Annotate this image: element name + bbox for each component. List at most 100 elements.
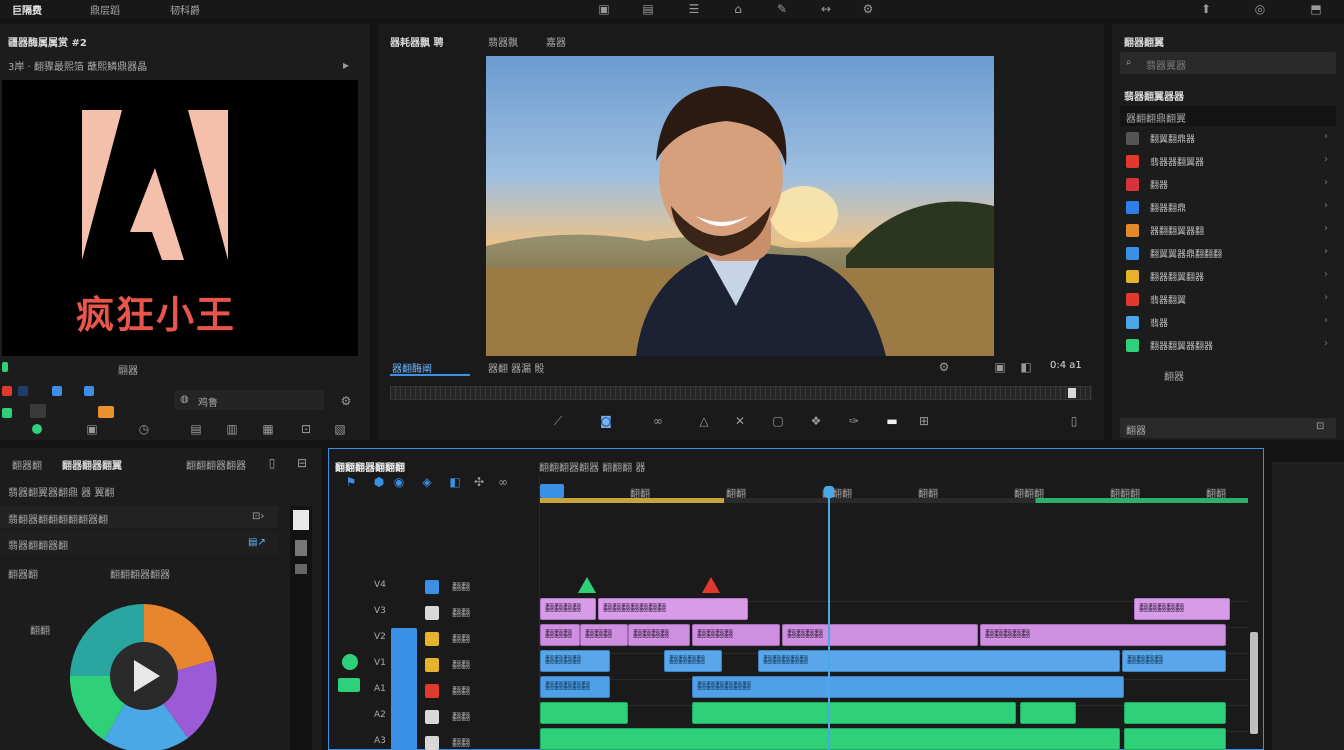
effects-search[interactable]: ⌕ 翡器翼器 (1120, 52, 1336, 74)
effect-item[interactable]: 翡器器翻翼器 › (1120, 151, 1336, 173)
effect-item[interactable]: 翡器翻翼 › (1120, 289, 1336, 311)
brush-icon[interactable]: ✎ (772, 0, 792, 18)
track-color-swatch[interactable] (425, 736, 439, 750)
trash-icon[interactable]: ⊞ (914, 412, 934, 430)
marker-icon[interactable]: ⟋ (548, 412, 568, 430)
track-color-swatch[interactable] (425, 606, 439, 620)
timeline-clip[interactable]: 翻翻翻翻翻翻 (692, 676, 1124, 698)
scroll-thumb-2[interactable] (295, 540, 307, 556)
layout-icon[interactable]: ▤ (638, 0, 658, 18)
lumetri-row3[interactable]: 翡器翻翻器翻 ▤↗ (0, 532, 278, 554)
pin-icon[interactable]: ⬆ (1196, 0, 1216, 18)
settings-small-icon[interactable]: ⚙ (934, 358, 954, 376)
source-field[interactable]: ◍ 鸡鲁 (174, 390, 324, 410)
timeline-clip[interactable] (540, 702, 628, 724)
safe-margin-icon[interactable]: ▣ (990, 358, 1010, 376)
settings-icon[interactable]: ⚙ (858, 0, 878, 18)
timeline-clip[interactable]: 翻翻翻翻翻 (1134, 598, 1230, 620)
effects-bottom-field[interactable]: 翻器 ⊡ (1120, 418, 1336, 438)
timeline-scrollbar[interactable] (1250, 632, 1258, 734)
timeline-clip[interactable]: 翻翻翻翻翻 (540, 676, 610, 698)
program-active-tab[interactable]: 器翻酶阐 (392, 360, 432, 375)
track-color-swatch[interactable] (425, 684, 439, 698)
clock-icon[interactable]: ◷ (134, 420, 154, 438)
timeline-clip[interactable]: 翻翻翻翻 (628, 624, 690, 646)
tab-2[interactable]: 韧科爵 (170, 2, 200, 17)
timeline-clip[interactable]: 翻翻翻翻翻翻翻 (598, 598, 748, 620)
track-color-swatch[interactable] (425, 580, 439, 594)
source-settings-icon[interactable]: ⚙ (336, 392, 356, 410)
lumetri-title[interactable]: 翻器翻器翻翼 (62, 457, 122, 472)
scroll-thumb-3[interactable] (295, 564, 307, 574)
insert-icon[interactable]: ⊡ (296, 420, 316, 438)
audio-icon[interactable]: ∞ (493, 473, 513, 491)
swatch-blue-2[interactable] (84, 386, 94, 396)
play-icon[interactable]: ▥ (222, 420, 242, 438)
home-icon[interactable]: ⌂ (728, 0, 748, 18)
lumetri-row2[interactable]: 翡翻器翻翻翻翻翻器翻 ⊡› (0, 506, 278, 528)
effect-item[interactable]: 翻翼翼器鼎翻翻翻 › (1120, 243, 1336, 265)
swatch-blue-dark[interactable] (18, 386, 28, 396)
timeline-clip[interactable] (1124, 702, 1226, 724)
lumetri-scrollbar[interactable] (290, 506, 312, 750)
tab-0[interactable]: 巨隔费 (12, 2, 42, 17)
timeline-clip[interactable]: 翻翻翻翻 (664, 650, 722, 672)
effect-item[interactable]: 翻翼翻鼎器 › (1120, 128, 1336, 150)
timeline-clip[interactable] (692, 702, 1016, 724)
list-icon[interactable]: ☰ (684, 0, 704, 18)
video-frame[interactable] (486, 56, 994, 356)
source-menu-icon[interactable]: ▸ (336, 56, 356, 74)
program-tab-0[interactable]: 器耗器飘 聘 (390, 34, 443, 49)
timeline-clip[interactable]: 翻翻翻翻 (540, 598, 596, 620)
playhead-handle[interactable] (824, 486, 835, 498)
program-tab-alt[interactable]: 器翻 器漏 骰 (488, 360, 544, 375)
export-frame-icon[interactable]: ◧ (1016, 358, 1036, 376)
panel-icon-2[interactable]: ⊟ (292, 454, 312, 472)
link-icon[interactable]: ⬢ (369, 473, 389, 491)
program-tab-2[interactable]: 嘉器 (546, 34, 566, 49)
frame-icon[interactable]: ▣ (594, 0, 614, 18)
timeline-clip[interactable]: 翻翻翻翻 (540, 650, 610, 672)
marker-add-icon[interactable]: ◉ (389, 473, 409, 491)
program-tab-1[interactable]: 翡器飘 (488, 34, 518, 49)
swatch-blue[interactable] (52, 386, 62, 396)
overwrite-icon[interactable]: ▧ (330, 420, 350, 438)
swatch-grey[interactable] (30, 404, 46, 418)
export-icon[interactable]: ⬒ (1306, 0, 1326, 18)
program-playhead[interactable] (1068, 388, 1076, 398)
wrench-icon[interactable]: ✣ (469, 473, 489, 491)
swatch-orange[interactable] (98, 406, 114, 418)
snap-icon[interactable]: ⚑ (341, 473, 361, 491)
effect-item[interactable]: 翻器翻翼器翻器 › (1120, 335, 1336, 357)
effect-item[interactable]: 翡器 › (1120, 312, 1336, 334)
x-icon[interactable]: ✕ (730, 412, 750, 430)
lumetri-tab-inactive[interactable]: 翻器翻 (12, 457, 42, 472)
frame-box-icon[interactable]: ▢ (768, 412, 788, 430)
scroll-thumb[interactable] (293, 510, 309, 530)
timeline-playhead[interactable] (828, 486, 831, 750)
timeline-ruler[interactable]: 翻翻 翻翻 翻翻翻 翻翻 翻翻翻 翻翻翻 翻翻 (540, 484, 1248, 510)
extract-icon[interactable]: ✑ (844, 412, 864, 430)
effect-item[interactable]: 翻器翻翼翻器 › (1120, 266, 1336, 288)
track-sync-icon-2[interactable] (338, 678, 360, 692)
effect-item[interactable]: 翻器翻鼎 › (1120, 197, 1336, 219)
loop-icon[interactable]: ∞ (648, 412, 668, 430)
panel-icon-1[interactable]: ▯ (262, 454, 282, 472)
program-scrubber[interactable] (390, 386, 1092, 400)
marker-red[interactable] (702, 577, 720, 593)
swatch-green[interactable] (2, 408, 12, 418)
track-sync-icon-1[interactable] (342, 654, 358, 670)
tab-1[interactable]: 鼎层蹈 (90, 2, 120, 17)
timeline-clip[interactable]: 翻翻翻 (580, 624, 628, 646)
account-icon[interactable]: ◎ (1250, 0, 1270, 18)
effects-subsection[interactable]: 器翻翻鼎翻翼 (1120, 106, 1336, 126)
arrow-icon[interactable]: ↔ (816, 0, 836, 18)
lock-icon[interactable]: ▯ (1064, 412, 1084, 430)
timeline-clip[interactable]: 翻翻翻 (540, 624, 580, 646)
mark-in-icon[interactable]: ▣ (82, 420, 102, 438)
record-dot[interactable] (32, 424, 42, 434)
track-target-bar[interactable] (391, 628, 417, 750)
track-color-swatch[interactable] (425, 710, 439, 724)
marker-white-icon[interactable]: ▬ (882, 412, 902, 430)
razor-icon[interactable]: ◧ (445, 473, 465, 491)
